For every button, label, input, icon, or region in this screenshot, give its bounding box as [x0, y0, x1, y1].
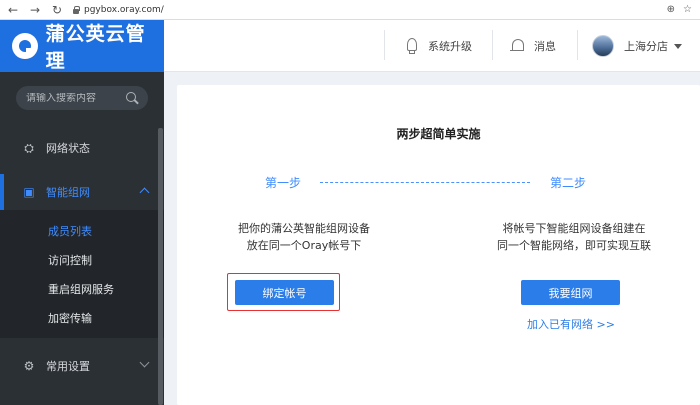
bell-icon [510, 38, 524, 54]
logo-icon [12, 33, 38, 59]
url-text: pgybox.oray.com/ [84, 4, 164, 15]
submenu-item-access-control[interactable]: 访问控制 [0, 245, 164, 274]
user-menu[interactable]: 上海分店 [592, 20, 682, 72]
back-icon[interactable]: ← [4, 1, 22, 19]
reload-icon[interactable]: ↻ [48, 1, 66, 19]
gear-icon: ⚙ [23, 359, 35, 373]
rocket-icon [404, 38, 418, 54]
messages-label: 消息 [534, 40, 556, 53]
divider [492, 30, 493, 60]
step-two-line-1: 将帐号下智能组网设备组建在 [502, 222, 646, 235]
submenu-item-restart-service[interactable]: 重启组网服务 [0, 274, 164, 303]
page-title: 两步超简单实施 [396, 127, 481, 141]
step-two-line-2: 同一个智能网络，即可实现互联 [497, 239, 651, 252]
join-existing-network-link[interactable]: 加入已有网络 >> [527, 316, 615, 332]
divider [577, 30, 578, 60]
step-one-label: 第一步 [265, 176, 302, 190]
step-one-description: 把你的蒲公英智能组网设备 放在同一个Oray帐号下 [204, 220, 404, 254]
highlight-annotation [227, 273, 340, 311]
step-one-line-1: 把你的蒲公英智能组网设备 [238, 222, 370, 235]
zoom-icon[interactable]: ⊕ [667, 4, 675, 15]
system-upgrade-label: 系统升级 [428, 40, 472, 53]
smart-network-icon: ▣ [23, 185, 35, 199]
submenu-item-encrypted-transfer[interactable]: 加密传输 [0, 303, 164, 332]
submenu-item-member-list[interactable]: 成员列表 [0, 216, 164, 245]
sidebar-item-network-status[interactable]: ⛭ 网络状态 [0, 130, 164, 166]
network-icon: ⛭ [24, 140, 34, 155]
chevron-down-icon [139, 357, 150, 368]
sidebar-item-common-settings[interactable]: ⚙ 常用设置 [0, 348, 164, 384]
sidebar: 蒲公英云管理 ⛭ 网络状态 ▣ 智能组网 成员列表 访问控制 重启组网服务 加密… [0, 20, 164, 405]
sidebar-item-smart-network[interactable]: ▣ 智能组网 [0, 174, 164, 210]
sidebar-search [16, 86, 148, 110]
chevron-up-icon [139, 187, 150, 198]
search-input[interactable] [26, 92, 122, 104]
browser-toolbar: ← → ↻ pgybox.oray.com/ ⊕ ☆ [0, 0, 700, 20]
sidebar-item-label: 网络状态 [46, 142, 90, 155]
lock-icon [72, 5, 80, 14]
brand[interactable]: 蒲公英云管理 [0, 20, 164, 72]
system-upgrade-button[interactable]: 系统升级 [404, 20, 472, 72]
setup-card: 两步超简单实施 第一步 第二步 把你的蒲公英智能组网设备 放在同一个Oray帐号… [177, 85, 700, 405]
forward-icon[interactable]: → [26, 1, 44, 19]
create-network-button[interactable]: 我要组网 [521, 280, 620, 305]
top-header: 系统升级 消息 上海分店 [164, 20, 700, 72]
star-icon[interactable]: ☆ [683, 4, 692, 15]
step-two-label: 第二步 [550, 176, 587, 190]
sidebar-item-label: 智能组网 [46, 186, 90, 199]
smart-network-submenu: 成员列表 访问控制 重启组网服务 加密传输 [0, 210, 164, 338]
search-icon[interactable] [126, 92, 138, 104]
user-name: 上海分店 [624, 40, 668, 53]
sidebar-item-label: 常用设置 [46, 360, 90, 373]
avatar [592, 35, 614, 57]
messages-button[interactable]: 消息 [510, 20, 556, 72]
step-one-line-2: 放在同一个Oray帐号下 [246, 239, 362, 252]
address-bar[interactable]: pgybox.oray.com/ [72, 2, 164, 18]
active-indicator [0, 174, 4, 210]
step-two-description: 将帐号下智能组网设备组建在 同一个智能网络，即可实现互联 [474, 220, 674, 254]
divider [384, 30, 385, 60]
caret-down-icon [674, 43, 682, 49]
step-connector [320, 182, 530, 183]
sidebar-scrollbar[interactable] [158, 128, 163, 405]
brand-name: 蒲公英云管理 [45, 23, 146, 72]
